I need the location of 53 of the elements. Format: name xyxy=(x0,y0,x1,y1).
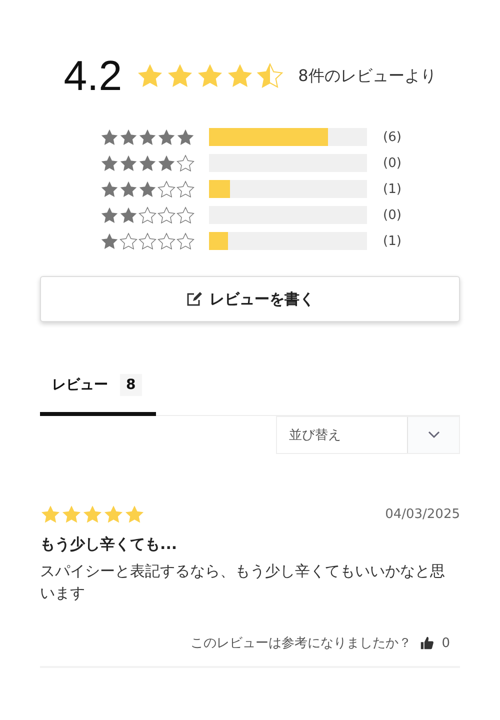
star-outline-icon xyxy=(157,206,176,224)
star-icon xyxy=(138,128,157,146)
star-icon xyxy=(103,504,124,525)
star-icon xyxy=(40,504,61,525)
star-icon xyxy=(136,62,164,90)
star-outline-icon xyxy=(176,232,195,250)
star-icon xyxy=(100,232,119,250)
star-icon xyxy=(138,154,157,172)
star-icon xyxy=(100,154,119,172)
star-icon xyxy=(119,206,138,224)
star-icon xyxy=(61,504,82,525)
star-outline-icon xyxy=(176,180,195,198)
star-icon xyxy=(176,128,195,146)
star-icon xyxy=(124,504,145,525)
star-icon xyxy=(157,128,176,146)
star-outline-icon xyxy=(157,180,176,198)
star-icon xyxy=(100,206,119,224)
star-outline-icon xyxy=(176,206,195,224)
thumbs-up-icon[interactable] xyxy=(420,636,434,650)
star-outline-icon xyxy=(138,206,157,224)
rating-count: (1) xyxy=(383,234,402,248)
review-count-caption: 8件のレビューより xyxy=(298,66,436,86)
rating-count: (0) xyxy=(383,208,402,222)
star-icon xyxy=(119,128,138,146)
star-outline-icon xyxy=(176,154,195,172)
edit-icon xyxy=(186,291,202,307)
rating-count: (0) xyxy=(383,156,402,170)
average-rating: 4.2 xyxy=(64,52,122,100)
star-icon xyxy=(100,128,119,146)
half-star-icon xyxy=(256,62,284,90)
star-icon xyxy=(119,180,138,198)
review-date: 04/03/2025 xyxy=(385,507,460,522)
star-icon xyxy=(119,154,138,172)
write-review-button[interactable]: レビューを書く xyxy=(40,276,460,322)
reviews-tab[interactable]: レビュー 8 xyxy=(40,360,156,416)
star-icon xyxy=(196,62,224,90)
rating-count: (6) xyxy=(383,130,402,144)
helpful-prompt: このレビューは参考になりましたか？ xyxy=(190,635,412,652)
rating-count: (1) xyxy=(383,182,402,196)
star-outline-icon xyxy=(138,232,157,250)
star-icon xyxy=(138,180,157,198)
helpful-count: 0 xyxy=(442,636,450,650)
star-icon xyxy=(226,62,254,90)
star-outline-icon xyxy=(119,232,138,250)
review-body: スパイシーと表記するなら、もう少し辛くてもいいかなと思います xyxy=(40,561,446,604)
sort-select[interactable]: 並び替え xyxy=(276,416,460,454)
star-icon xyxy=(100,180,119,198)
star-icon xyxy=(157,154,176,172)
star-icon xyxy=(166,62,194,90)
chevron-down-icon xyxy=(428,431,440,439)
review-title: もう少し辛くても... xyxy=(40,535,178,554)
star-icon xyxy=(82,504,103,525)
star-outline-icon xyxy=(157,232,176,250)
